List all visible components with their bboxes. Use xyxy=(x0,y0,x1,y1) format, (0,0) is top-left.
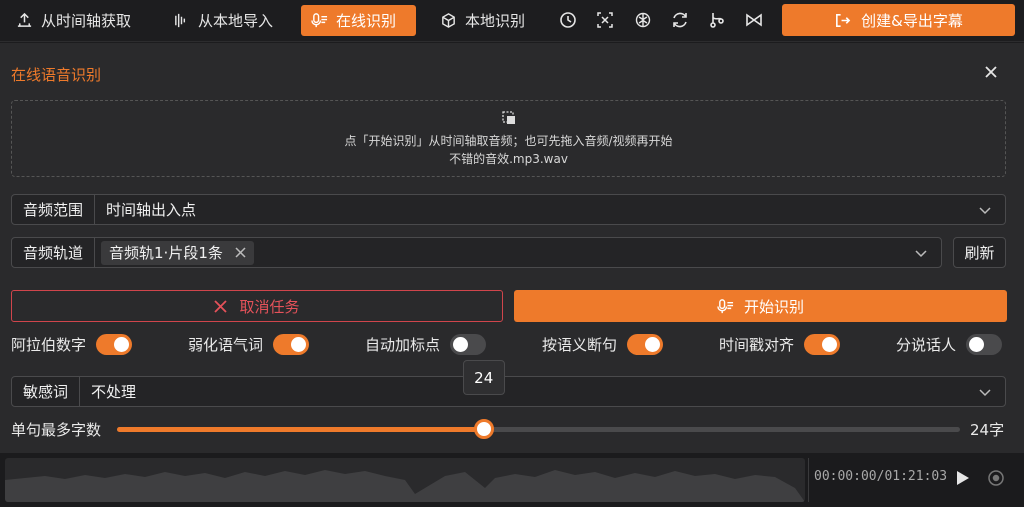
option-weaken-fillers: 弱化语气词 xyxy=(188,332,310,356)
local-import-label: 从本地导入 xyxy=(198,12,274,30)
local-recognize-label: 本地识别 xyxy=(465,12,526,30)
speaker-diarization-toggle[interactable] xyxy=(966,333,1003,355)
chevron-down-icon xyxy=(979,389,991,397)
export-subtitles-button[interactable]: 创建&导出字幕 xyxy=(782,4,1015,36)
top-toolbar: 从时间轴获取 从本地导入 在线识别 本地识别 创建&导出字幕 xyxy=(0,0,1024,42)
audio-file-icon xyxy=(175,13,186,28)
timestamp-align-toggle[interactable] xyxy=(804,333,841,355)
microphone-icon xyxy=(717,298,734,313)
timeline-import-icon xyxy=(17,12,32,27)
clock-icon[interactable] xyxy=(557,9,579,31)
option-arabic-numerals: 阿拉伯数字 xyxy=(11,332,133,356)
waveform[interactable] xyxy=(5,458,805,502)
start-recognition-button[interactable]: 开始识别 xyxy=(514,290,1007,322)
local-import-button[interactable]: 从本地导入 xyxy=(163,5,283,36)
panel-title: 在线语音识别 xyxy=(11,66,102,84)
slider-fill xyxy=(117,427,484,432)
close-icon[interactable] xyxy=(980,61,1002,83)
scan-text-icon[interactable] xyxy=(594,9,616,31)
sensitive-words-value: 不处理 xyxy=(91,383,137,401)
option-timestamp-align: 时间戳对齐 xyxy=(719,332,841,356)
slider-thumb[interactable] xyxy=(473,419,494,439)
play-icon[interactable] xyxy=(953,469,971,487)
bowtie-icon[interactable] xyxy=(743,9,765,31)
start-recognition-label: 开始识别 xyxy=(743,297,804,316)
chevron-down-icon xyxy=(915,250,927,258)
option-label: 弱化语气词 xyxy=(188,335,264,354)
record-icon[interactable] xyxy=(987,469,1005,487)
divider xyxy=(808,458,809,502)
max-chars-label: 单句最多字数 xyxy=(11,421,102,439)
option-auto-punctuation: 自动加标点 xyxy=(365,332,487,356)
audio-range-select[interactable]: 音频范围 时间轴出入点 xyxy=(11,194,1006,225)
sensitive-words-label: 敏感词 xyxy=(12,377,81,406)
option-label: 自动加标点 xyxy=(365,335,441,354)
cube-icon xyxy=(442,13,455,28)
arabic-numerals-toggle[interactable] xyxy=(96,333,133,355)
microphone-icon xyxy=(311,13,328,28)
audio-track-tag: 音频轨1·片段1条 xyxy=(101,240,254,265)
dropzone-filename: 不错的音效.mp3.wav xyxy=(449,152,568,166)
local-recognize-tab[interactable]: 本地识别 xyxy=(430,5,535,36)
audio-track-select[interactable]: 音频轨道 音频轨1·片段1条 xyxy=(11,237,942,268)
player-bar: 00:00:00/01:21:03 xyxy=(0,453,1024,507)
ai-knot-icon[interactable] xyxy=(632,9,654,31)
option-label: 时间戳对齐 xyxy=(719,335,795,354)
option-label: 阿拉伯数字 xyxy=(11,335,87,354)
audio-track-tag-label: 音频轨1·片段1条 xyxy=(109,244,223,262)
drop-file-icon xyxy=(502,111,515,124)
chevron-down-icon xyxy=(979,207,991,215)
export-label: 创建&导出字幕 xyxy=(861,11,963,30)
refresh-cycle-icon[interactable] xyxy=(669,9,691,31)
option-semantic-split: 按语义断句 xyxy=(542,332,664,356)
cancel-task-label: 取消任务 xyxy=(239,297,300,316)
audio-track-label: 音频轨道 xyxy=(12,238,96,267)
dropzone-hint: 点「开始识别」从时间轴取音频；也可先拖入音频/视频再开始 xyxy=(344,134,673,148)
option-label: 按语义断句 xyxy=(542,335,618,354)
close-icon xyxy=(214,299,228,313)
online-recognize-label: 在线识别 xyxy=(336,12,397,30)
playback-time: 00:00:00/01:21:03 xyxy=(814,469,948,484)
remove-tag-icon[interactable] xyxy=(235,247,246,258)
waveform-graphic xyxy=(5,470,805,502)
branch-icon[interactable] xyxy=(706,9,728,31)
slider-value-tooltip: 24 xyxy=(462,360,505,395)
audio-range-value: 时间轴出入点 xyxy=(106,201,197,219)
max-chars-value: 24字 xyxy=(970,421,1005,439)
option-speaker-diarization: 分说话人 xyxy=(896,332,1003,356)
max-chars-slider[interactable] xyxy=(117,419,960,439)
export-icon xyxy=(836,13,851,27)
refresh-button[interactable]: 刷新 xyxy=(953,237,1006,268)
timeline-fetch-button[interactable]: 从时间轴获取 xyxy=(6,5,141,36)
option-label: 分说话人 xyxy=(896,335,957,354)
semantic-split-toggle[interactable] xyxy=(627,333,664,355)
cancel-task-button[interactable]: 取消任务 xyxy=(11,290,503,322)
auto-punctuation-toggle[interactable] xyxy=(450,333,487,355)
online-recognize-tab[interactable]: 在线识别 xyxy=(301,5,416,36)
audio-dropzone[interactable]: 点「开始识别」从时间轴取音频；也可先拖入音频/视频再开始 不错的音效.mp3.w… xyxy=(11,100,1006,177)
sensitive-words-select[interactable]: 敏感词 不处理 xyxy=(11,376,1006,407)
audio-range-label: 音频范围 xyxy=(12,195,96,224)
weaken-fillers-toggle[interactable] xyxy=(273,333,310,355)
timeline-fetch-label: 从时间轴获取 xyxy=(41,12,132,30)
